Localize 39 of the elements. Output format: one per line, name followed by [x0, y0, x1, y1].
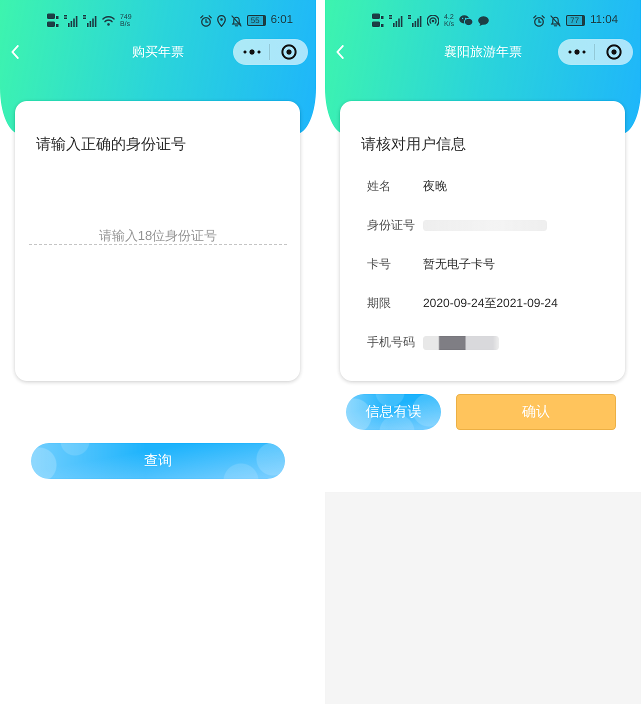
field-label: 手机号码	[367, 334, 416, 351]
field-value: 夜晚	[423, 178, 447, 195]
query-button[interactable]: 查询	[31, 443, 285, 479]
status-time: 6:01	[270, 14, 293, 27]
battery-indicator: 55	[246, 15, 266, 26]
circle-dot-icon[interactable]	[281, 44, 297, 60]
field-label: 姓名	[367, 178, 392, 195]
field-value: 暂无电子卡号	[423, 256, 495, 273]
confirm-button[interactable]: 确认	[456, 394, 616, 430]
field-value: 2020-09-24至2021-09-24	[423, 295, 558, 312]
wifi-icon	[102, 15, 115, 26]
location-pin-icon	[216, 14, 226, 26]
bell-off-icon	[230, 14, 242, 26]
hotspot-icon	[427, 14, 439, 26]
bell-off-icon	[550, 14, 562, 26]
hd-badge-icon	[47, 13, 59, 28]
battery-indicator: 77	[566, 15, 586, 26]
alarm-clock-icon	[533, 14, 546, 26]
card-title: 请核对用户信息	[361, 135, 466, 155]
hd-badge-icon	[372, 13, 384, 28]
more-icon[interactable]	[568, 49, 586, 55]
alarm-clock-icon	[200, 14, 212, 26]
signal-icon	[83, 14, 97, 26]
card-title: 请输入正确的身份证号	[36, 135, 186, 155]
chat-bubble-icon	[478, 16, 490, 26]
error-report-button[interactable]: 信息有误	[346, 394, 441, 430]
wechat-icon	[459, 15, 474, 26]
signal-icon	[64, 14, 78, 26]
circle-dot-icon[interactable]	[606, 44, 622, 60]
status-time: 11:04	[590, 14, 618, 27]
page-title: 购买年票	[132, 43, 184, 61]
id-number-input[interactable]: 请输入18位身份证号	[29, 221, 287, 245]
field-label: 卡号	[367, 256, 392, 273]
signal-icon	[389, 14, 403, 26]
more-icon[interactable]	[243, 49, 261, 55]
field-label: 期限	[367, 295, 392, 312]
field-label: 身份证号	[367, 217, 416, 234]
page-title: 襄阳旅游年票	[444, 43, 522, 61]
signal-icon	[408, 14, 422, 26]
